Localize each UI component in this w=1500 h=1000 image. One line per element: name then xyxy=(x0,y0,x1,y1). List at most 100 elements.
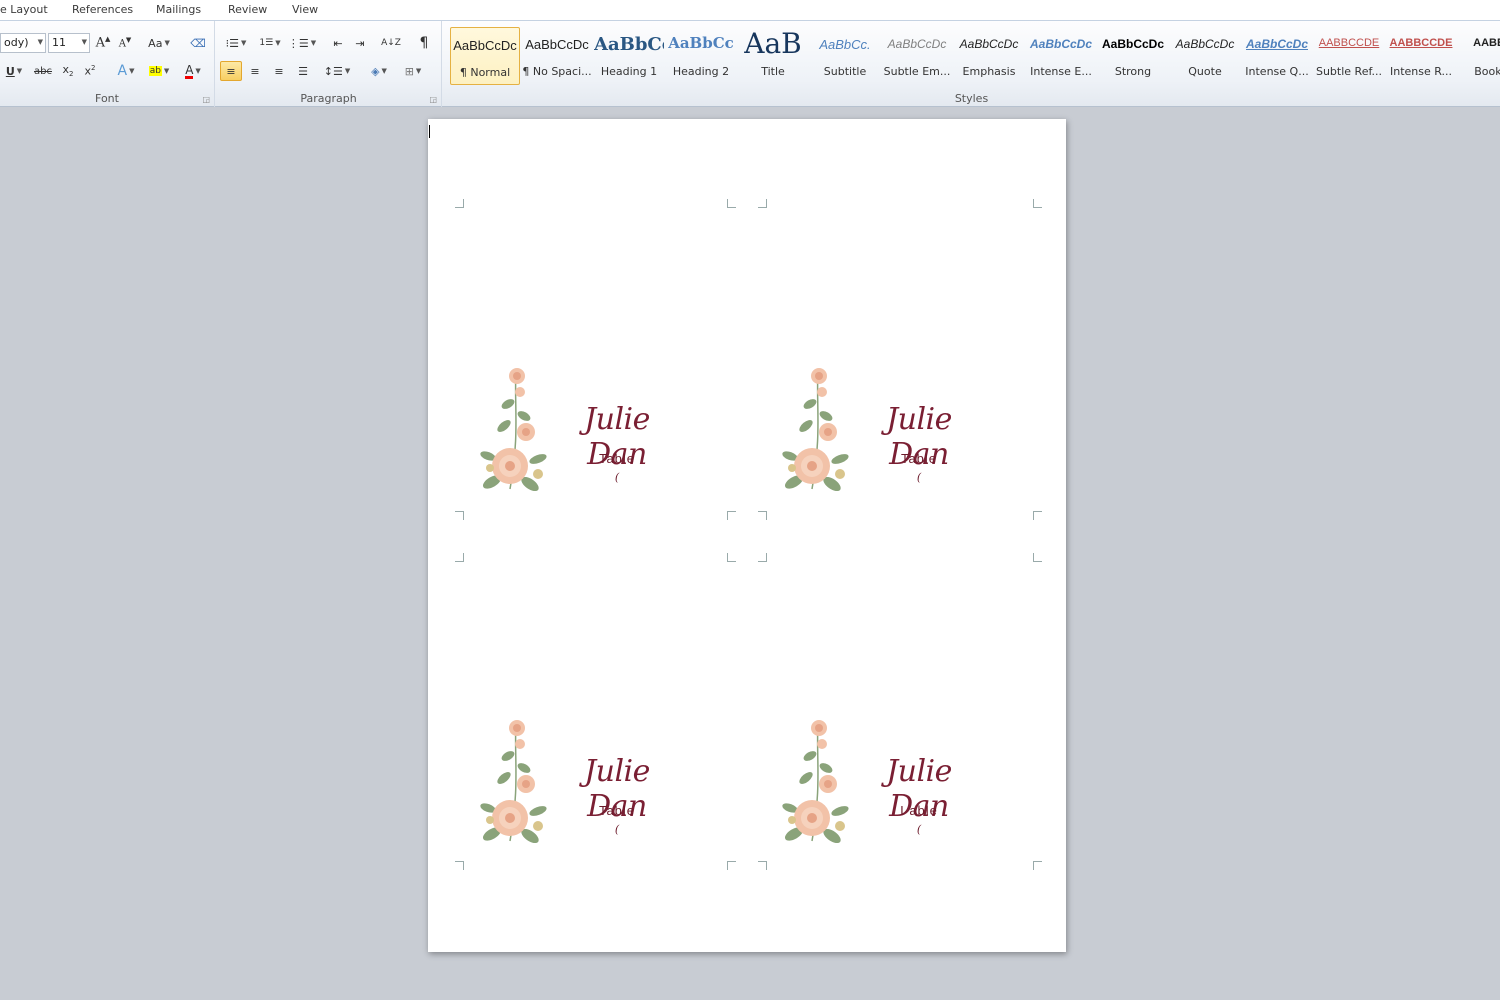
increase-indent-icon: ⇥ xyxy=(355,36,365,50)
clear-formatting-icon: ⌫ xyxy=(190,36,206,50)
crop-mark xyxy=(758,861,767,870)
style-intense-e[interactable]: AaBbCcDc Intense E... xyxy=(1026,27,1096,85)
table-number: ( xyxy=(614,471,620,484)
style-sample: AaBbCcDc xyxy=(1101,37,1164,51)
chevron-down-icon[interactable]: ▼ xyxy=(82,38,87,46)
table-label: Table xyxy=(900,451,938,466)
style-emphasis[interactable]: AaBbCcDc Emphasis xyxy=(954,27,1024,85)
table-label: I able xyxy=(900,803,938,818)
style-sample: AaBbCcDc xyxy=(453,38,517,53)
style-name: Title xyxy=(761,65,785,78)
tab-review[interactable]: Review xyxy=(228,3,267,16)
align-left-button[interactable]: ≡ xyxy=(220,61,242,81)
highlight-color-button[interactable]: ab ▼ xyxy=(144,61,174,81)
strikethrough-button[interactable]: abc xyxy=(32,61,54,81)
change-case-button[interactable]: Aa ▼ xyxy=(146,33,172,53)
align-center-icon: ≡ xyxy=(250,64,260,78)
bullets-button[interactable]: ⁝☰ ▼ xyxy=(220,33,252,53)
style-sample: AABBCCDE xyxy=(1318,37,1380,49)
style-sample: AaBbCcDc xyxy=(525,37,589,52)
justify-icon: ☰ xyxy=(298,64,308,78)
style-name: Subtle Em... xyxy=(883,65,951,78)
dialog-launcher-icon[interactable]: ◲ xyxy=(202,95,210,104)
place-card: Julie Dan I able ( xyxy=(782,716,982,856)
increase-indent-button[interactable]: ⇥ xyxy=(350,33,370,53)
font-size-value: 11 xyxy=(52,36,66,49)
style-name: ¶ Normal xyxy=(459,66,511,79)
tab-references[interactable]: References xyxy=(72,3,133,16)
align-right-button[interactable]: ≡ xyxy=(268,61,290,81)
style-no-spaci[interactable]: AaBbCcDc ¶ No Spaci... xyxy=(522,27,592,85)
style-intense-q[interactable]: AaBbCcDc Intense Q... xyxy=(1242,27,1312,85)
style-subtitle[interactable]: AaBbCc. Subtitle xyxy=(810,27,880,85)
align-left-icon: ≡ xyxy=(226,64,236,78)
justify-button[interactable]: ☰ xyxy=(292,61,314,81)
shrink-font-icon: A▼ xyxy=(118,36,132,50)
multilevel-list-button[interactable]: ⋮☰ ▼ xyxy=(288,33,316,53)
line-spacing-icon: ↕☰ xyxy=(323,64,343,78)
strikethrough-icon: abc xyxy=(34,65,52,77)
superscript-button[interactable]: x2 xyxy=(80,61,100,81)
style-sample: AaBbCcDc xyxy=(959,37,1019,51)
ribbon-tab-strip: e Layout References Mailings Review View xyxy=(0,0,1500,21)
style-sample: AaBbCc xyxy=(668,34,734,52)
tab-view[interactable]: View xyxy=(292,3,318,16)
show-formatting-button[interactable]: ¶ xyxy=(414,33,434,53)
line-spacing-button[interactable]: ↕☰ ▼ xyxy=(322,61,352,81)
align-center-button[interactable]: ≡ xyxy=(244,61,266,81)
document-page[interactable]: Julie Dan Table ( Julie Dan Table (Juli… xyxy=(428,119,1066,952)
styles-group-label: Styles xyxy=(954,92,989,105)
floral-decoration xyxy=(782,716,857,856)
style-title[interactable]: AaB Title xyxy=(738,27,808,85)
decrease-indent-button[interactable]: ⇤ xyxy=(328,33,348,53)
crop-mark xyxy=(1033,553,1042,562)
style-book-t[interactable]: AABBC Book T xyxy=(1458,27,1500,85)
crop-mark xyxy=(455,511,464,520)
style-normal[interactable]: AaBbCcDc ¶ Normal xyxy=(450,27,520,85)
shading-button[interactable]: ◈ ▼ xyxy=(364,61,394,81)
style-subtle-ref[interactable]: AABBCCDE Subtle Ref... xyxy=(1314,27,1384,85)
ribbon: ody) ▼ 11 ▼ A▲ A▼ Aa ▼ ⌫ U ▼ abc x2 x2 A ▼ … xyxy=(0,21,1500,107)
style-heading-1[interactable]: AaBbCc Heading 1 xyxy=(594,27,664,85)
crop-mark xyxy=(727,553,736,562)
style-name: Book T xyxy=(1474,65,1500,78)
underline-button[interactable]: U ▼ xyxy=(0,61,28,81)
style-quote[interactable]: AaBbCcDc Quote xyxy=(1170,27,1240,85)
tab-page-layout[interactable]: e Layout xyxy=(0,3,48,16)
style-heading-2[interactable]: AaBbCc Heading 2 xyxy=(666,27,736,85)
crop-mark xyxy=(727,511,736,520)
decrease-indent-icon: ⇤ xyxy=(333,36,343,50)
numbering-button[interactable]: 1☰ ▼ xyxy=(254,33,286,53)
subscript-button[interactable]: x2 xyxy=(58,61,78,81)
clear-formatting-button[interactable]: ⌫ xyxy=(188,33,208,53)
shrink-font-button[interactable]: A▼ xyxy=(116,33,134,53)
borders-icon: ⊞ xyxy=(404,64,414,78)
style-sample: AaBbCc. xyxy=(819,37,871,52)
font-color-icon: A xyxy=(185,62,194,79)
superscript-icon: x2 xyxy=(84,64,96,78)
pilcrow-icon: ¶ xyxy=(419,35,429,51)
rose-illustration-icon xyxy=(480,720,547,844)
tab-mailings[interactable]: Mailings xyxy=(156,3,201,16)
font-name-box[interactable]: ody) ▼ xyxy=(0,33,46,53)
rose-illustration-icon xyxy=(480,368,547,492)
font-color-button[interactable]: A ▼ xyxy=(178,61,208,81)
paint-bucket-icon: ◈ xyxy=(371,64,380,78)
text-effects-button[interactable]: A ▼ xyxy=(112,61,140,81)
borders-button[interactable]: ⊞ ▼ xyxy=(398,61,428,81)
numbering-icon: 1☰ xyxy=(259,38,274,48)
style-name: ¶ No Spaci... xyxy=(522,65,592,78)
style-intense-r[interactable]: AABBCCDE Intense R... xyxy=(1386,27,1456,85)
chevron-down-icon[interactable]: ▼ xyxy=(38,38,43,46)
table-label: Table xyxy=(598,451,636,466)
font-size-box[interactable]: 11 ▼ xyxy=(48,33,90,53)
style-subtle-em[interactable]: AaBbCcDc Subtle Em... xyxy=(882,27,952,85)
style-sample: AABBCCDE xyxy=(1389,37,1453,49)
style-name: Intense E... xyxy=(1030,65,1092,78)
change-case-icon: Aa xyxy=(148,36,163,50)
dialog-launcher-icon[interactable]: ◲ xyxy=(429,95,437,104)
style-name: Strong xyxy=(1114,65,1152,78)
grow-font-button[interactable]: A▲ xyxy=(94,33,112,53)
sort-button[interactable]: A↓Z xyxy=(380,33,402,53)
style-strong[interactable]: AaBbCcDc Strong xyxy=(1098,27,1168,85)
